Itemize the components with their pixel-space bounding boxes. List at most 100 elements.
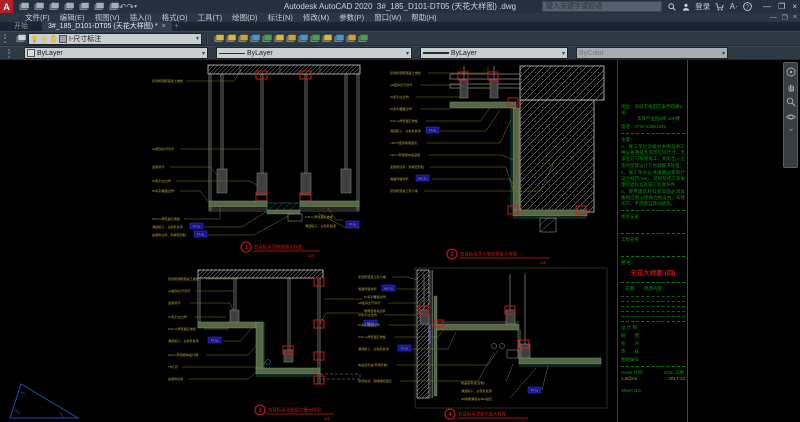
tab-start[interactable]: 开始: [0, 22, 42, 31]
plot-icon[interactable]: [77, 1, 89, 13]
layers-toolbar: I-尺寸标注 ▾: [0, 31, 800, 46]
navbar-more-icon[interactable]: [786, 127, 796, 133]
menu-item[interactable]: 插入(I): [125, 13, 157, 22]
menu-item[interactable]: 帮助(H): [406, 13, 441, 22]
layer-isolate-icon[interactable]: [236, 33, 248, 45]
annotation-labels: 原建筑钢筋混凝土楼板 φ8镀锌全牙吊杆 金属吊件 50系列主龙骨 9.5mm厚纸…: [168, 276, 386, 381]
undo-icon[interactable]: ↶: [119, 3, 127, 11]
svg-text:金属吊件: 金属吊件: [152, 164, 164, 169]
layer-current-icon[interactable]: [272, 33, 284, 45]
layer-combo[interactable]: I-尺寸标注 ▾: [28, 33, 202, 45]
layer-walk-icon[interactable]: [308, 33, 320, 45]
menu-item[interactable]: 工具(T): [193, 13, 228, 22]
svg-text:PT-01: PT-01: [531, 389, 539, 393]
doc-close-button[interactable]: ×: [793, 14, 797, 22]
svg-text:PT-01: PT-01: [193, 225, 201, 229]
color-combo[interactable]: ByLayer ▾: [24, 47, 208, 59]
layer-freeze-icon[interactable]: [248, 33, 260, 45]
menu-item[interactable]: 视图(V): [90, 13, 125, 22]
checker-row: 校 对: [621, 341, 685, 347]
layer-merge-icon[interactable]: [320, 33, 332, 45]
svg-text:石膏板吊顶与墙身相接大样图: 石膏板吊顶与墙身相接大样图: [460, 251, 518, 258]
doc-restore-button[interactable]: ❐: [782, 14, 788, 22]
minimize-button[interactable]: —: [763, 2, 771, 11]
drawing-canvas[interactable]: 原建筑钢筋混凝土楼板 φ8镀锌全牙吊杆 金属吊件 50系列主龙骨 50系列覆面龙…: [0, 60, 800, 422]
chevron-down-icon: ▾: [202, 50, 205, 57]
svg-text:1:5: 1:5: [540, 261, 546, 265]
geometry: [450, 66, 604, 232]
help-icon[interactable]: ?: [743, 2, 752, 11]
layer-match-icon[interactable]: [284, 33, 296, 45]
toolbar-grip-2[interactable]: [8, 49, 14, 58]
user-icon[interactable]: [681, 2, 690, 11]
layer-thaw-icon[interactable]: [356, 33, 368, 45]
menu-item[interactable]: 标注(N): [263, 13, 298, 22]
detail-title: 3 石膏板吊顶跌级灯槽大样图 1:5: [255, 405, 334, 421]
unlock-icon: [50, 35, 57, 43]
menu-item[interactable]: 修改(M): [298, 13, 334, 22]
doc-minimize-button[interactable]: —: [770, 14, 777, 22]
layer-properties-icon[interactable]: [212, 33, 224, 45]
svg-text:满刮腻子、白色乳胶漆: 满刮腻子、白色乳胶漆: [152, 224, 183, 229]
window-controls: — ❐ ×: [763, 2, 797, 11]
tab-drawing[interactable]: 3#_185_D101-DT05 (天花大样图) * ×: [42, 21, 172, 31]
svg-text:满刮腻子、白色乳胶漆: 满刮腻子、白色乳胶漆: [358, 346, 389, 351]
tab-close-icon[interactable]: ×: [162, 22, 166, 31]
save-as-icon[interactable]: [62, 1, 74, 13]
quick-access-toolbar: [17, 1, 119, 13]
svg-text:成品窗帘盒(现场定制): 成品窗帘盒(现场定制): [358, 362, 388, 367]
svg-text:T5灯管: T5灯管: [168, 364, 178, 369]
autocad-window: A ↶ ↷ ▾ Autodesk AutoCAD 2020 3#_185_D10…: [0, 0, 800, 422]
triangle-object[interactable]: [8, 380, 80, 420]
open-icon[interactable]: [32, 1, 44, 13]
svg-text:金属修边条: 金属修边条: [168, 376, 183, 381]
layer-delete-icon[interactable]: [332, 33, 344, 45]
qat-dropdown-icon[interactable]: ▾: [134, 3, 137, 11]
svg-text:PT-01: PT-01: [349, 223, 357, 227]
close-button[interactable]: ×: [792, 2, 797, 11]
layer-properties-manager-icon[interactable]: [14, 33, 26, 45]
geometry: [415, 268, 607, 408]
linetype-combo[interactable]: ByLayer ▾: [216, 47, 412, 59]
signin-label[interactable]: 登录: [695, 1, 710, 12]
lineweight-combo[interactable]: ByLayer ▾: [420, 47, 568, 59]
cart-icon[interactable]: [715, 2, 724, 11]
menu-item[interactable]: 窗口(W): [369, 13, 406, 22]
new-icon[interactable]: [17, 1, 29, 13]
svg-text:满刮腻子、白色乳胶漆: 满刮腻子、白色乳胶漆: [168, 338, 199, 343]
svg-text:原建筑混凝土剪力墙: 原建筑混凝土剪力墙: [390, 188, 418, 193]
autocad-logo-icon[interactable]: A: [0, 0, 13, 13]
orbit-icon[interactable]: [786, 112, 796, 122]
svg-text:50系列覆面龙骨: 50系列覆面龙骨: [152, 188, 174, 193]
menu-item[interactable]: 文件(F): [20, 13, 55, 22]
layer-off-icon[interactable]: [224, 33, 236, 45]
zoom-icon[interactable]: [786, 97, 796, 107]
redo-icon[interactable]: ↷: [127, 3, 135, 11]
menu-item[interactable]: 格式(O): [157, 13, 193, 22]
search-icon[interactable]: [667, 2, 676, 11]
menu-item[interactable]: 编辑(E): [55, 13, 90, 22]
layer-prev-icon[interactable]: [296, 33, 308, 45]
chevron-down-icon: ▾: [196, 35, 199, 42]
layer-on-all-icon[interactable]: [344, 33, 356, 45]
menu-item[interactable]: 参数(P): [334, 13, 369, 22]
steering-wheel-icon[interactable]: [786, 67, 796, 77]
layer-lock-icon[interactable]: [260, 33, 272, 45]
search-input[interactable]: 键入关键字或短语: [542, 1, 662, 12]
svg-text:9.5mm厚纸面石膏板: 9.5mm厚纸面石膏板: [358, 334, 386, 339]
toolbar-grip[interactable]: [4, 34, 10, 43]
linetype-glyph: [219, 53, 245, 54]
new-tab-button[interactable]: +: [172, 22, 182, 31]
drawing-number-label: 图纸编号：: [621, 357, 685, 363]
layer-tools: [212, 33, 368, 45]
svg-text:窗帘轨道、膨胀螺栓固定: 窗帘轨道、膨胀螺栓固定: [358, 378, 392, 383]
svg-text:PT-01: PT-01: [429, 129, 437, 133]
undo-icon[interactable]: [92, 1, 104, 13]
svg-text:1:5: 1:5: [324, 417, 330, 421]
save-icon[interactable]: [47, 1, 59, 13]
pan-hand-icon[interactable]: [786, 82, 796, 92]
redo-icon[interactable]: [107, 1, 119, 13]
menu-item[interactable]: 绘图(D): [227, 13, 262, 22]
autodesk-icon[interactable]: A·: [729, 2, 738, 11]
maximize-button[interactable]: ❐: [778, 2, 785, 11]
